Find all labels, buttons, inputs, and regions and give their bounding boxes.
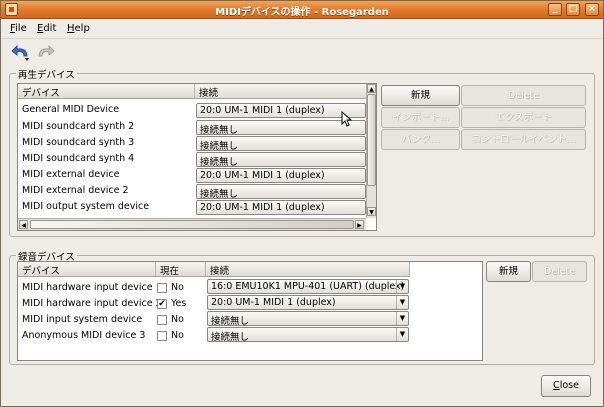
record-header-current[interactable]: 現在 xyxy=(156,262,206,277)
playback-delete-button[interactable]: Delete xyxy=(461,85,586,106)
maximize-button[interactable]: □ xyxy=(566,3,580,16)
undo-icon[interactable] xyxy=(11,42,33,62)
current-checkbox[interactable] xyxy=(157,331,167,341)
current-value: No xyxy=(171,282,184,293)
scroll-thumb[interactable] xyxy=(30,220,354,229)
dropdown-arrow-icon[interactable]: ▼ xyxy=(396,328,408,341)
menu-edit-label: dit xyxy=(43,23,57,34)
playback-header-device[interactable]: デバイス xyxy=(18,84,195,99)
scroll-left-arrow-icon[interactable]: ◀ xyxy=(19,220,28,229)
record-device-name[interactable]: MIDI hardware input device xyxy=(22,280,153,296)
record-device-name[interactable]: MIDI input system device xyxy=(22,312,142,328)
playback-device-name[interactable]: MIDI output system device xyxy=(22,199,149,215)
playback-device-name[interactable]: MIDI soundcard synth 3 xyxy=(22,135,134,151)
close-label: lose xyxy=(559,380,579,391)
redo-icon[interactable] xyxy=(34,42,56,62)
playback-header-connection[interactable]: 接続 xyxy=(195,84,367,99)
record-connection-dropdown[interactable]: 接続無し ▼ xyxy=(207,311,409,326)
close-button[interactable]: Close xyxy=(541,375,591,397)
current-value: No xyxy=(171,330,184,341)
current-value: No xyxy=(171,314,184,325)
playback-connection-combo[interactable]: 接続無し xyxy=(196,136,366,151)
playback-connection-combo[interactable]: 接続無し xyxy=(196,184,366,199)
bank-button[interactable]: バンク... xyxy=(381,129,460,150)
record-device-name[interactable]: Anonymous MIDI device 3 xyxy=(22,328,145,344)
toolbar xyxy=(1,40,603,64)
playback-device-list[interactable]: デバイス 接続 General MIDI Device 20:0 UM-1 MI… xyxy=(17,83,377,231)
record-delete-button[interactable]: Delete xyxy=(532,261,587,282)
record-connection-dropdown[interactable]: 20:0 UM-1 MIDI 1 (duplex) ▼ xyxy=(207,295,409,310)
mouse-pointer-icon xyxy=(341,111,353,127)
menu-edit[interactable]: Edit xyxy=(37,23,56,34)
playback-device-name[interactable]: MIDI soundcard synth 4 xyxy=(22,151,134,167)
scroll-thumb[interactable] xyxy=(367,94,376,186)
playback-horizontal-scrollbar[interactable]: ◀ ▶ xyxy=(18,218,366,230)
dropdown-arrow-icon[interactable]: ▼ xyxy=(396,312,408,325)
record-connection-value: 20:0 UM-1 MIDI 1 (duplex) xyxy=(211,297,336,308)
menu-help-mnemonic: H xyxy=(67,23,75,34)
playback-connection-combo[interactable]: 20:0 UM-1 MIDI 1 (duplex) xyxy=(196,168,366,183)
minimize-button[interactable]: _ xyxy=(548,3,562,16)
record-connection-value: 接続無し xyxy=(211,316,250,326)
record-new-button[interactable]: 新規 xyxy=(486,261,531,282)
scroll-up-arrow-icon[interactable]: ▲ xyxy=(367,84,376,93)
control-events-button[interactable]: コントロールイベント... xyxy=(461,129,586,150)
window-title: MIDIデバイスの操作 - Rosegarden xyxy=(215,7,389,18)
playback-device-name[interactable]: MIDI external device 2 xyxy=(22,183,129,199)
window-close-button[interactable]: × xyxy=(585,3,599,16)
dropdown-arrow-icon[interactable]: ▼ xyxy=(396,296,408,309)
scroll-right-arrow-icon[interactable]: ▶ xyxy=(355,220,364,229)
record-header-device[interactable]: デバイス xyxy=(18,262,156,277)
record-device-list[interactable]: デバイス 現在 接続 MIDI hardware input device No… xyxy=(17,261,483,361)
current-checkbox[interactable] xyxy=(157,283,167,293)
title-bar: MIDIデバイスの操作 - Rosegarden _ □ × xyxy=(1,1,603,19)
playback-device-name[interactable]: MIDI external device xyxy=(22,167,119,183)
import-button[interactable]: インポート... xyxy=(381,107,460,128)
record-connection-value: 16:0 EMU10K1 MPU-401 (UART) (duplex) xyxy=(211,281,405,292)
current-value: Yes xyxy=(171,298,187,309)
menu-help-label: elp xyxy=(74,23,90,34)
record-connection-dropdown[interactable]: 16:0 EMU10K1 MPU-401 (UART) (duplex) ▼ xyxy=(207,279,409,294)
record-connection-value: 接続無し xyxy=(211,332,250,342)
record-connection-dropdown[interactable]: 接続無し ▼ xyxy=(207,327,409,342)
close-mnemonic: C xyxy=(553,380,560,391)
rosegarden-midi-device-window: MIDIデバイスの操作 - Rosegarden _ □ × File Edit… xyxy=(0,0,604,407)
export-button[interactable]: エクスポート xyxy=(461,107,586,128)
playback-device-name[interactable]: MIDI soundcard synth 2 xyxy=(22,119,134,135)
playback-connection-combo[interactable]: 接続無し xyxy=(196,152,366,167)
playback-new-button[interactable]: 新規 xyxy=(381,85,460,106)
playback-device-name[interactable]: General MIDI Device xyxy=(22,102,119,118)
menu-bar: File Edit Help xyxy=(1,19,603,39)
playback-group-title: 再生デバイス xyxy=(16,67,77,81)
menu-help[interactable]: Help xyxy=(67,23,90,34)
current-checkbox[interactable]: ✔ xyxy=(157,299,167,309)
scroll-down-arrow-icon[interactable]: ▼ xyxy=(367,207,376,216)
playback-connection-combo[interactable]: 20:0 UM-1 MIDI 1 (duplex) xyxy=(196,200,366,215)
record-header-connection[interactable]: 接続 xyxy=(206,262,410,277)
menu-file[interactable]: File xyxy=(10,23,27,34)
playback-vertical-scrollbar[interactable]: ▲ ▼ xyxy=(366,84,376,218)
current-checkbox[interactable] xyxy=(157,315,167,325)
menu-file-label: ile xyxy=(15,23,27,34)
dropdown-arrow-icon[interactable]: ▼ xyxy=(396,280,408,293)
record-device-name[interactable]: MIDI hardware input device 2 xyxy=(22,296,162,312)
